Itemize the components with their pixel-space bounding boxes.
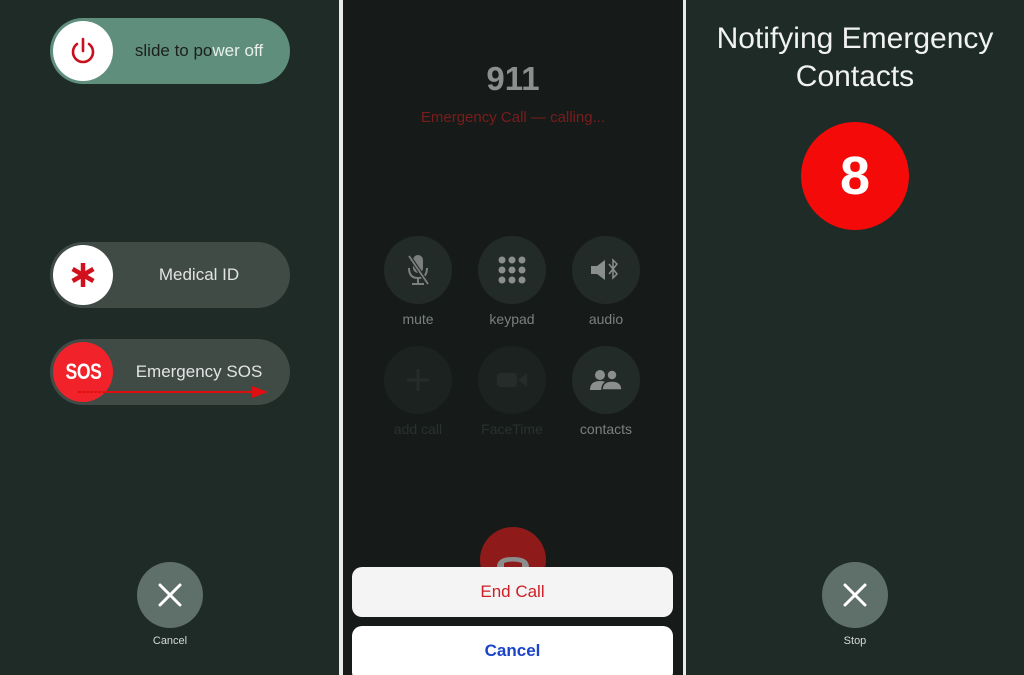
medical-id-slider[interactable]: Medical ID — [50, 242, 290, 308]
slide-to-power-off-slider[interactable]: slide to po wer off — [50, 18, 290, 84]
close-icon — [158, 583, 182, 607]
power-off-knob[interactable] — [53, 21, 113, 81]
call-number: 911 — [486, 60, 540, 97]
contacts-label: contacts — [579, 421, 633, 437]
mute-label: mute — [402, 311, 434, 327]
power-off-label: slide to po wer off — [116, 18, 282, 84]
emergency-call-screen: 911 Emergency Call — calling... mute key… — [343, 0, 683, 675]
contacts-button[interactable] — [572, 346, 640, 414]
facetime-label: FaceTime — [481, 421, 543, 437]
audio-label: audio — [588, 311, 624, 327]
plus-icon — [407, 369, 429, 391]
keypad-icon — [498, 256, 526, 284]
stop-button[interactable] — [822, 562, 888, 628]
power-off-screen: slide to po wer off Medical ID SOS Emerge… — [0, 0, 339, 675]
add-call-button[interactable] — [384, 346, 452, 414]
speaker-bluetooth-icon — [591, 258, 619, 280]
swipe-right-arrow-icon — [78, 386, 268, 398]
power-off-label-shine: wer off — [212, 41, 264, 60]
add-call-label: add call — [393, 421, 443, 437]
notify-title: Notifying Emergency Contacts — [716, 22, 994, 93]
cancel-button[interactable] — [137, 562, 203, 628]
audio-button[interactable] — [572, 236, 640, 304]
video-camera-icon — [497, 373, 527, 387]
power-off-label-text: slide to po — [134, 41, 213, 60]
cancel-caption: Cancel — [152, 635, 188, 647]
contacts-icon — [590, 369, 623, 391]
asterisk-icon — [71, 263, 95, 287]
power-icon — [71, 37, 95, 64]
countdown-badge: 8 — [801, 122, 909, 230]
medical-id-knob[interactable] — [53, 245, 113, 305]
mute-button[interactable] — [384, 236, 452, 304]
cancel-sheet-button[interactable]: Cancel — [352, 626, 673, 675]
medical-id-label: Medical ID — [158, 265, 240, 284]
close-icon — [843, 583, 867, 607]
call-status: Emergency Call — calling... — [420, 109, 606, 126]
facetime-button[interactable] — [478, 346, 546, 414]
stop-caption: Stop — [843, 635, 867, 647]
sos-icon: SOS — [65, 359, 101, 384]
keypad-label: keypad — [489, 311, 535, 327]
keypad-button[interactable] — [478, 236, 546, 304]
mic-slash-icon — [407, 254, 430, 286]
notifying-contacts-screen: Notifying Emergency Contacts 8 Stop — [686, 0, 1024, 675]
end-call-sheet-button[interactable]: End Call — [352, 567, 673, 617]
